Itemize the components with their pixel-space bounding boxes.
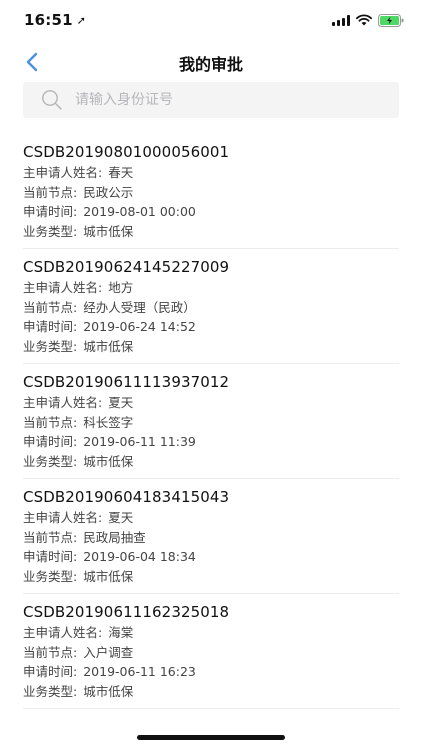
record-time: 申请时间: 2019-06-04 18:34	[23, 547, 399, 567]
applicant-value: 海棠	[108, 625, 134, 640]
record-id: CSDB20190624145227009	[23, 258, 230, 276]
record-type: 业务类型: 城市低保	[23, 337, 399, 357]
time-label: 申请时间:	[23, 664, 78, 679]
record-time: 申请时间: 2019-06-11 16:23	[23, 662, 399, 682]
time-label: 申请时间:	[23, 204, 78, 219]
record-list: CSDB20190801000056001 主申请人姓名: 春天 当前节点: 民政公…	[0, 134, 422, 709]
nav-bar: 我的审批	[0, 40, 422, 84]
applicant-value: 春天	[108, 165, 134, 180]
status-bar: 16:51 ➚	[0, 0, 422, 40]
record-id: CSDB20190611162325018	[23, 603, 230, 621]
time-value: 2019-06-11 16:23	[83, 664, 196, 679]
cellular-signal-icon	[332, 14, 350, 26]
record-id: CSDB20190801000056001	[23, 143, 230, 161]
record-type: 业务类型: 城市低保	[23, 222, 399, 242]
record-applicant: 主申请人姓名: 夏天	[23, 508, 399, 528]
node-value: 民政局抽查	[83, 529, 146, 545]
applicant-value: 夏天	[108, 510, 134, 525]
node-label: 当前节点:	[23, 299, 78, 315]
applicant-value: 地方	[108, 280, 134, 295]
record-id: CSDB20190604183415043	[23, 488, 230, 506]
record-type: 业务类型: 城市低保	[23, 682, 399, 702]
search-box[interactable]	[23, 82, 399, 118]
record-type: 业务类型: 城市低保	[23, 567, 399, 587]
node-value: 科长签字	[83, 414, 134, 430]
record-applicant: 主申请人姓名: 夏天	[23, 393, 399, 413]
page-title: 我的审批	[178, 55, 243, 74]
type-value: 城市低保	[83, 683, 134, 699]
record-item[interactable]: CSDB20190604183415043 主申请人姓名: 夏天 当前节点: 民政局…	[23, 479, 399, 594]
record-time: 申请时间: 2019-08-01 00:00	[23, 202, 399, 222]
applicant-label: 主申请人姓名:	[23, 165, 103, 180]
node-label: 当前节点:	[23, 414, 78, 430]
type-value: 城市低保	[83, 568, 134, 584]
record-applicant: 主申请人姓名: 春天	[23, 163, 399, 183]
type-label: 业务类型:	[23, 223, 78, 239]
applicant-label: 主申请人姓名:	[23, 510, 103, 525]
node-label: 当前节点:	[23, 644, 78, 660]
record-applicant: 主申请人姓名: 地方	[23, 278, 399, 298]
screen: 16:51 ➚ 我的审批 请输入身份证号 CSDB201908010000560…	[0, 0, 422, 750]
time-value: 2019-08-01 00:00	[83, 204, 196, 219]
record-applicant: 主申请人姓名: 海棠	[23, 623, 399, 643]
search-input[interactable]	[75, 92, 375, 108]
node-value: 经办人受理（民政）	[83, 299, 196, 315]
record-item[interactable]: CSDB20190624145227009 主申请人姓名: 地方 当前节点: 经办人…	[23, 249, 399, 364]
time-value: 2019-06-24 14:52	[83, 319, 196, 334]
status-indicators	[332, 13, 404, 27]
time-label: 申请时间:	[23, 434, 78, 449]
node-label: 当前节点:	[23, 184, 78, 200]
type-value: 城市低保	[83, 453, 134, 469]
record-time: 申请时间: 2019-06-24 14:52	[23, 317, 399, 337]
record-item[interactable]: CSDB20190611162325018 主申请人姓名: 海棠 当前节点: 入户调…	[23, 594, 399, 709]
record-node: 当前节点: 科长签字	[23, 413, 399, 433]
node-value: 民政公示	[83, 184, 134, 200]
type-value: 城市低保	[83, 223, 134, 239]
record-type: 业务类型: 城市低保	[23, 452, 399, 472]
wifi-icon	[356, 14, 372, 26]
status-time-text: 16:51	[24, 11, 73, 29]
location-arrow-icon: ➚	[76, 14, 87, 27]
record-time: 申请时间: 2019-06-11 11:39	[23, 432, 399, 452]
applicant-value: 夏天	[108, 395, 134, 410]
applicant-label: 主申请人姓名:	[23, 395, 103, 410]
type-label: 业务类型:	[23, 338, 78, 354]
time-label: 申请时间:	[23, 319, 78, 334]
record-id: CSDB20190611113937012	[23, 373, 230, 391]
record-node: 当前节点: 经办人受理（民政）	[23, 298, 399, 318]
node-label: 当前节点:	[23, 529, 78, 545]
record-item[interactable]: CSDB20190611113937012 主申请人姓名: 夏天 当前节点: 科长签…	[23, 364, 399, 479]
applicant-label: 主申请人姓名:	[23, 280, 103, 295]
battery-charging-icon	[378, 13, 404, 27]
time-value: 2019-06-04 18:34	[83, 549, 196, 564]
record-node: 当前节点: 民政局抽查	[23, 528, 399, 548]
type-label: 业务类型:	[23, 568, 78, 584]
record-node: 当前节点: 民政公示	[23, 183, 399, 203]
time-value: 2019-06-11 11:39	[83, 434, 196, 449]
time-label: 申请时间:	[23, 549, 78, 564]
node-value: 入户调查	[83, 644, 134, 660]
record-node: 当前节点: 入户调查	[23, 643, 399, 663]
home-indicator	[137, 735, 285, 740]
search-icon	[41, 89, 63, 111]
type-value: 城市低保	[83, 338, 134, 354]
applicant-label: 主申请人姓名:	[23, 625, 103, 640]
type-label: 业务类型:	[23, 683, 78, 699]
record-item[interactable]: CSDB20190801000056001 主申请人姓名: 春天 当前节点: 民政公…	[23, 134, 399, 249]
status-time: 16:51 ➚	[24, 11, 86, 29]
type-label: 业务类型:	[23, 453, 78, 469]
